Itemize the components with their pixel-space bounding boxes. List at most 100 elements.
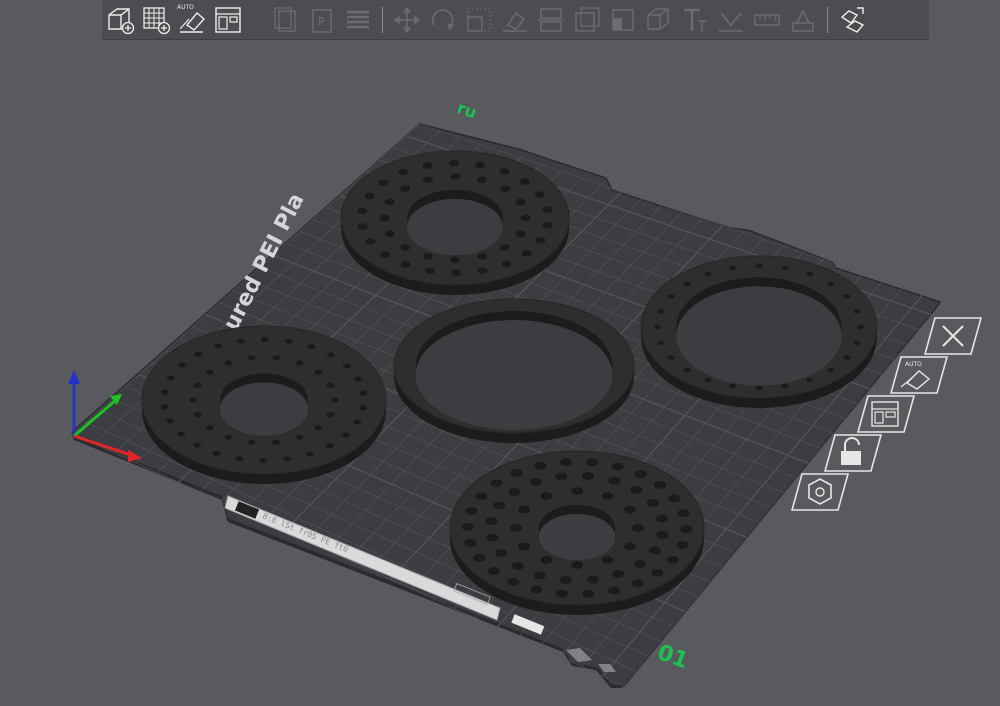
perforation-hole — [677, 509, 690, 518]
perforation-hole — [555, 472, 568, 481]
scale-button[interactable] — [461, 2, 497, 38]
perforation-hole — [357, 207, 368, 215]
grid-add-icon — [143, 6, 171, 34]
perforation-hole — [485, 517, 498, 526]
perforation-hole — [519, 178, 530, 185]
perforation-hole — [272, 355, 281, 361]
cut-button[interactable] — [533, 2, 569, 38]
move-button[interactable] — [389, 2, 425, 38]
ring-center[interactable] — [393, 298, 635, 443]
seam-button[interactable] — [605, 2, 641, 38]
3d-viewport[interactable]: ured PEI Pla 8:8 lSt fr0S PE ft0 01 ru A… — [0, 0, 1000, 702]
perforation-hole — [806, 271, 814, 277]
perforation-hole — [493, 501, 506, 510]
perforation-hole — [378, 179, 389, 186]
perforation-hole — [205, 424, 214, 431]
perforation-hole — [160, 389, 169, 395]
split-view-button[interactable] — [834, 2, 870, 38]
perforation-hole — [193, 412, 202, 418]
perforation-hole — [511, 562, 524, 570]
perforation-hole — [359, 405, 368, 411]
lock-plate-button[interactable] — [817, 431, 887, 475]
disc-left[interactable] — [141, 325, 387, 484]
perforation-hole — [508, 488, 521, 496]
ruler-button[interactable] — [749, 2, 785, 38]
perforation-hole — [507, 577, 520, 586]
perforation-hole — [657, 340, 665, 346]
copy-button[interactable] — [268, 2, 304, 38]
perforation-hole — [530, 585, 543, 594]
hollow-button[interactable] — [569, 2, 605, 38]
perforation-hole — [781, 265, 789, 271]
rotate-button[interactable] — [425, 2, 461, 38]
assemble-button[interactable] — [785, 2, 821, 38]
close-plate-button[interactable] — [915, 314, 985, 358]
perforation-hole — [477, 267, 488, 274]
paste-button[interactable]: P — [304, 2, 340, 38]
perforation-hole — [729, 265, 737, 271]
perforation-hole — [510, 524, 523, 532]
toolbar-separator — [382, 6, 383, 33]
perforation-hole — [205, 369, 214, 376]
support-paint-button[interactable] — [641, 2, 677, 38]
perforation-hole — [499, 185, 510, 192]
perforation-hole — [657, 308, 665, 314]
perforation-hole — [676, 541, 689, 549]
perforation-hole — [495, 549, 508, 557]
disc-front[interactable] — [449, 450, 705, 615]
split-objects-icon — [840, 6, 865, 33]
perforation-hole — [166, 375, 175, 381]
perforation-hole — [451, 269, 462, 277]
ruler-icon — [754, 13, 780, 26]
layout-icon — [856, 395, 916, 433]
perforation-hole — [384, 198, 395, 206]
perforation-hole — [364, 192, 375, 200]
ring-right[interactable] — [640, 255, 878, 408]
perforation-hole — [729, 383, 737, 389]
perforation-hole — [160, 404, 169, 410]
add-cube-icon — [108, 7, 135, 34]
disc-back[interactable] — [340, 150, 570, 295]
perforation-hole — [655, 514, 668, 523]
perforation-hole — [380, 251, 391, 258]
plate-settings-button[interactable] — [784, 470, 854, 514]
perforation-hole — [194, 351, 203, 357]
perforation-hole — [704, 377, 712, 383]
place-on-face-button[interactable] — [497, 2, 533, 38]
perforation-hole — [260, 336, 269, 342]
center-hole — [220, 382, 308, 436]
measure-button[interactable] — [713, 2, 749, 38]
perforation-hole — [633, 560, 646, 568]
perforation-hole — [518, 505, 531, 514]
perforation-hole — [486, 533, 499, 542]
perforation-hole — [582, 472, 595, 481]
auto-arrange-button[interactable]: AUTO — [174, 2, 210, 38]
text-button[interactable] — [677, 2, 713, 38]
perforation-hole — [853, 308, 861, 314]
perforation-hole — [648, 546, 661, 555]
perforation-hole — [515, 230, 526, 238]
perforation-hole — [623, 542, 636, 551]
close-icon — [923, 317, 983, 355]
perforation-hole — [422, 176, 433, 183]
perforation-hole — [284, 338, 293, 344]
auto-arrange-plate-button[interactable]: AUTO — [883, 353, 953, 397]
layers-icon — [347, 10, 369, 28]
layers-button[interactable] — [340, 2, 376, 38]
perforation-hole — [450, 256, 460, 263]
layout-view-button[interactable] — [210, 2, 246, 38]
perforation-hole — [177, 431, 186, 437]
perforation-hole — [843, 355, 851, 360]
perforation-hole — [540, 492, 553, 500]
plate-layout-button[interactable] — [850, 392, 920, 436]
center-hole — [538, 513, 616, 561]
add-object-button[interactable] — [102, 2, 138, 38]
perforation-hole — [534, 461, 547, 470]
add-instances-button[interactable] — [138, 2, 174, 38]
perforation-hole — [666, 555, 679, 564]
perforation-hole — [608, 476, 621, 485]
place-on-face-icon — [503, 11, 527, 32]
perforation-hole — [781, 383, 789, 389]
perforation-hole — [490, 479, 503, 488]
perforation-hole — [487, 567, 500, 575]
